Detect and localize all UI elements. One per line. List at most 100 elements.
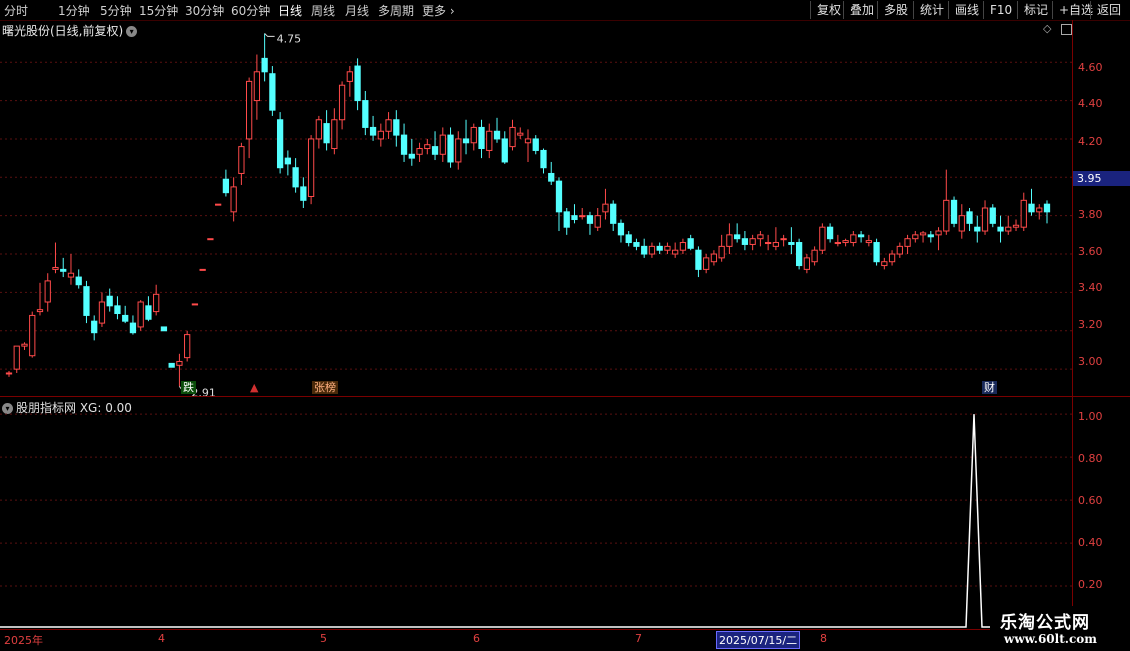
candle[interactable] [509, 119, 516, 151]
candle[interactable] [571, 204, 578, 224]
candle[interactable] [617, 219, 625, 243]
candle[interactable] [362, 90, 369, 136]
fuquan-button[interactable]: 复权 [810, 1, 847, 19]
candle[interactable] [478, 119, 485, 159]
candle[interactable] [602, 188, 609, 220]
candle[interactable] [997, 215, 1004, 243]
candle[interactable] [912, 231, 919, 243]
period-15min[interactable]: 15分钟 [139, 2, 178, 19]
event-tag-drop[interactable]: 跌 [181, 381, 196, 394]
candle[interactable] [486, 123, 493, 159]
candle[interactable] [904, 234, 911, 255]
candle[interactable] [331, 108, 338, 155]
candle[interactable] [687, 234, 694, 251]
candle[interactable] [400, 123, 408, 162]
period-multi[interactable]: 多周期 [378, 2, 414, 19]
candle[interactable] [377, 123, 384, 147]
candle[interactable] [1020, 192, 1027, 232]
candle[interactable] [772, 227, 780, 251]
candle[interactable] [385, 112, 392, 139]
multi-stock-button[interactable]: 多股 [877, 1, 914, 19]
candle[interactable] [1043, 200, 1051, 224]
candle[interactable] [191, 303, 199, 306]
candle[interactable] [966, 208, 973, 232]
candle[interactable] [734, 223, 741, 243]
candle[interactable] [292, 158, 299, 193]
candle[interactable] [98, 292, 106, 327]
candle[interactable] [958, 204, 965, 239]
candle[interactable] [222, 169, 230, 197]
candle[interactable] [819, 223, 826, 255]
candle[interactable] [408, 138, 415, 166]
candle[interactable] [943, 169, 950, 235]
period-60min[interactable]: 60分钟 [231, 2, 270, 19]
candle[interactable] [664, 242, 671, 255]
period-fenshi[interactable]: 分时 [4, 2, 28, 19]
candle[interactable] [253, 54, 261, 120]
candle[interactable] [726, 223, 733, 255]
candle[interactable] [323, 110, 330, 151]
candle[interactable] [160, 326, 168, 332]
candle[interactable] [44, 273, 51, 312]
candle[interactable] [230, 177, 237, 222]
candle[interactable] [91, 315, 98, 341]
candle[interactable] [950, 196, 958, 228]
candle[interactable] [524, 129, 532, 162]
candle[interactable] [873, 238, 880, 266]
candle[interactable] [780, 234, 787, 247]
candle[interactable] [122, 305, 129, 324]
candle[interactable] [850, 231, 857, 247]
candle[interactable] [269, 66, 276, 116]
candle[interactable] [555, 177, 563, 232]
event-tag-finance[interactable]: 财 [982, 381, 997, 394]
candle[interactable] [13, 345, 20, 373]
candle[interactable] [1036, 204, 1043, 220]
candle[interactable] [881, 257, 888, 270]
candle[interactable] [703, 254, 710, 274]
overlay-button[interactable]: 叠加 [843, 1, 880, 19]
candle[interactable] [857, 231, 865, 243]
event-tag-board[interactable]: 张榜 [312, 381, 338, 394]
candle[interactable] [447, 127, 454, 168]
candle[interactable] [346, 66, 353, 97]
candle[interactable] [307, 135, 315, 205]
candle[interactable] [888, 250, 896, 266]
candle[interactable] [672, 242, 679, 258]
candle[interactable] [145, 296, 152, 322]
up-arrow-icon[interactable]: ▲ [248, 381, 260, 394]
candle[interactable] [803, 254, 810, 274]
period-1min[interactable]: 1分钟 [58, 2, 90, 19]
candle[interactable] [579, 208, 586, 220]
period-30min[interactable]: 30分钟 [185, 2, 224, 19]
back-button[interactable]: 返回 [1090, 1, 1127, 19]
candle[interactable] [989, 204, 996, 228]
candle[interactable] [36, 282, 44, 316]
candle[interactable] [60, 257, 67, 278]
candle[interactable] [315, 115, 322, 149]
candle[interactable] [919, 231, 927, 243]
candle[interactable] [431, 131, 439, 161]
candle[interactable] [75, 269, 82, 289]
candle[interactable] [625, 231, 632, 247]
candle[interactable] [199, 268, 206, 271]
candle[interactable] [284, 150, 291, 176]
period-daily[interactable]: 日线 [278, 2, 302, 19]
candle[interactable] [470, 123, 477, 151]
candle[interactable] [795, 238, 803, 270]
stats-button[interactable]: 统计 [913, 1, 950, 19]
period-more[interactable]: 更多 › [422, 2, 455, 19]
candle[interactable] [935, 227, 942, 251]
candle[interactable] [679, 238, 687, 255]
candle[interactable] [586, 211, 594, 235]
candle[interactable] [741, 231, 749, 251]
candle[interactable] [246, 77, 253, 159]
candle[interactable] [710, 250, 718, 266]
candle[interactable] [238, 142, 245, 185]
candle[interactable] [462, 119, 470, 155]
f10-button[interactable]: F10 [983, 1, 1018, 19]
candle[interactable] [184, 330, 191, 362]
candle[interactable] [633, 238, 640, 251]
candle[interactable] [168, 362, 175, 368]
candle[interactable] [276, 112, 284, 174]
candle[interactable] [981, 200, 989, 235]
